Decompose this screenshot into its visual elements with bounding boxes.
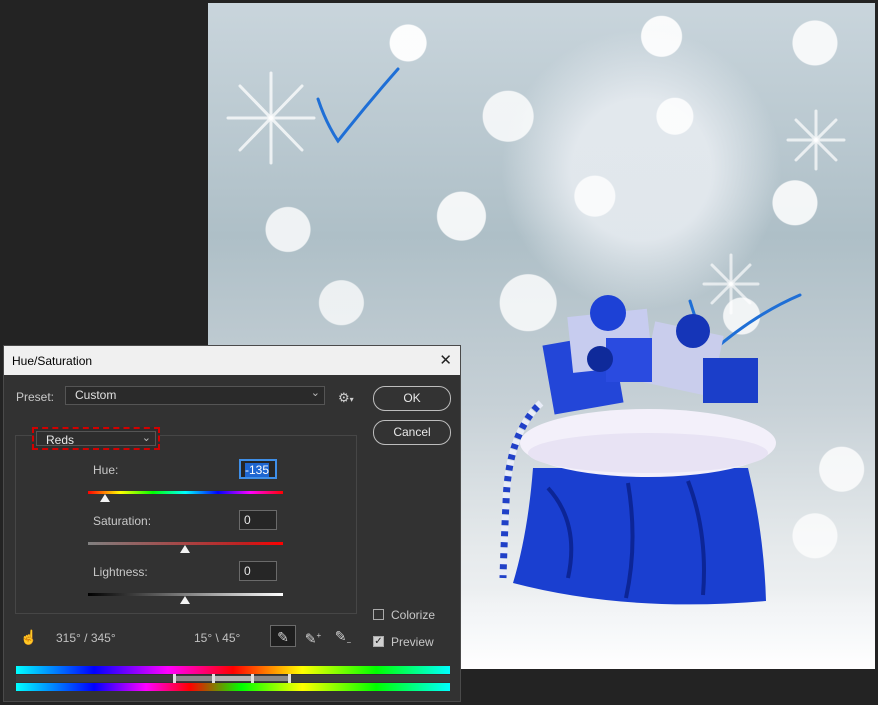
gift-boxes	[542, 295, 758, 415]
close-icon[interactable]: ✕	[439, 351, 452, 369]
saturation-input[interactable]: 0	[239, 510, 277, 530]
range-strip[interactable]	[16, 674, 450, 683]
lightness-value: 0	[244, 564, 251, 578]
lightness-input[interactable]: 0	[239, 561, 277, 581]
hue-label: Hue:	[93, 463, 119, 477]
snowflake-left	[226, 71, 316, 165]
range-handle-right-outer[interactable]	[288, 674, 291, 683]
colorize-checkbox[interactable]	[373, 609, 384, 620]
saturation-value: 0	[244, 513, 251, 527]
snowflake-right	[786, 109, 846, 171]
colorize-label: Colorize	[391, 608, 436, 622]
saturation-label: Saturation:	[93, 514, 152, 528]
preview-checkbox[interactable]: ✓	[373, 636, 384, 647]
result-color-bar	[16, 683, 450, 691]
hue-slider-thumb[interactable]	[100, 494, 110, 502]
hue-value: -135	[245, 463, 270, 477]
adjustment-group	[15, 435, 357, 614]
preview-label: Preview	[391, 635, 434, 649]
dialog-title: Hue/Saturation	[12, 354, 93, 368]
hue-saturation-dialog: Hue/Saturation ✕ Preset: Custom ⌄ ⚙▾ OK …	[3, 345, 461, 702]
range-left-text: 315° / 345°	[56, 631, 116, 645]
eyedropper-subtract-icon[interactable]: ✎−	[330, 625, 356, 647]
annotation-checkmark	[316, 67, 400, 144]
hue-slider-track[interactable]	[88, 491, 283, 494]
preset-value: Custom	[75, 388, 117, 402]
saturation-slider-thumb[interactable]	[180, 545, 190, 553]
hue-input[interactable]: -135	[239, 459, 277, 479]
ok-button[interactable]: OK	[373, 386, 451, 411]
range-handle-right-inner[interactable]	[251, 674, 254, 683]
chevron-down-icon: ⌄	[141, 432, 151, 444]
channel-value: Reds	[46, 433, 75, 447]
eyedropper-add-icon[interactable]: ✎+	[300, 625, 326, 647]
gear-icon[interactable]: ⚙▾	[338, 390, 354, 406]
channel-dropdown[interactable]: Reds ⌄	[32, 427, 160, 450]
lightness-label: Lightness:	[93, 565, 148, 579]
range-handle-left-outer[interactable]	[173, 674, 176, 683]
snowflake-mid	[702, 253, 760, 315]
source-color-bar	[16, 666, 450, 674]
range-right-text: 15° \ 45°	[194, 631, 241, 645]
range-handle-left-inner[interactable]	[212, 674, 215, 683]
lightness-slider-thumb[interactable]	[180, 596, 190, 604]
hand-adjust-icon[interactable]: ☝	[16, 626, 42, 648]
range-core	[214, 676, 252, 681]
eyedropper-icon[interactable]: ✎	[270, 625, 296, 647]
dialog-titlebar[interactable]: Hue/Saturation ✕	[4, 346, 460, 375]
chevron-down-icon: ⌄	[310, 387, 320, 399]
cancel-button[interactable]: Cancel	[373, 420, 451, 445]
preset-label: Preset:	[16, 390, 55, 404]
preset-dropdown[interactable]: Custom ⌄	[65, 386, 325, 405]
